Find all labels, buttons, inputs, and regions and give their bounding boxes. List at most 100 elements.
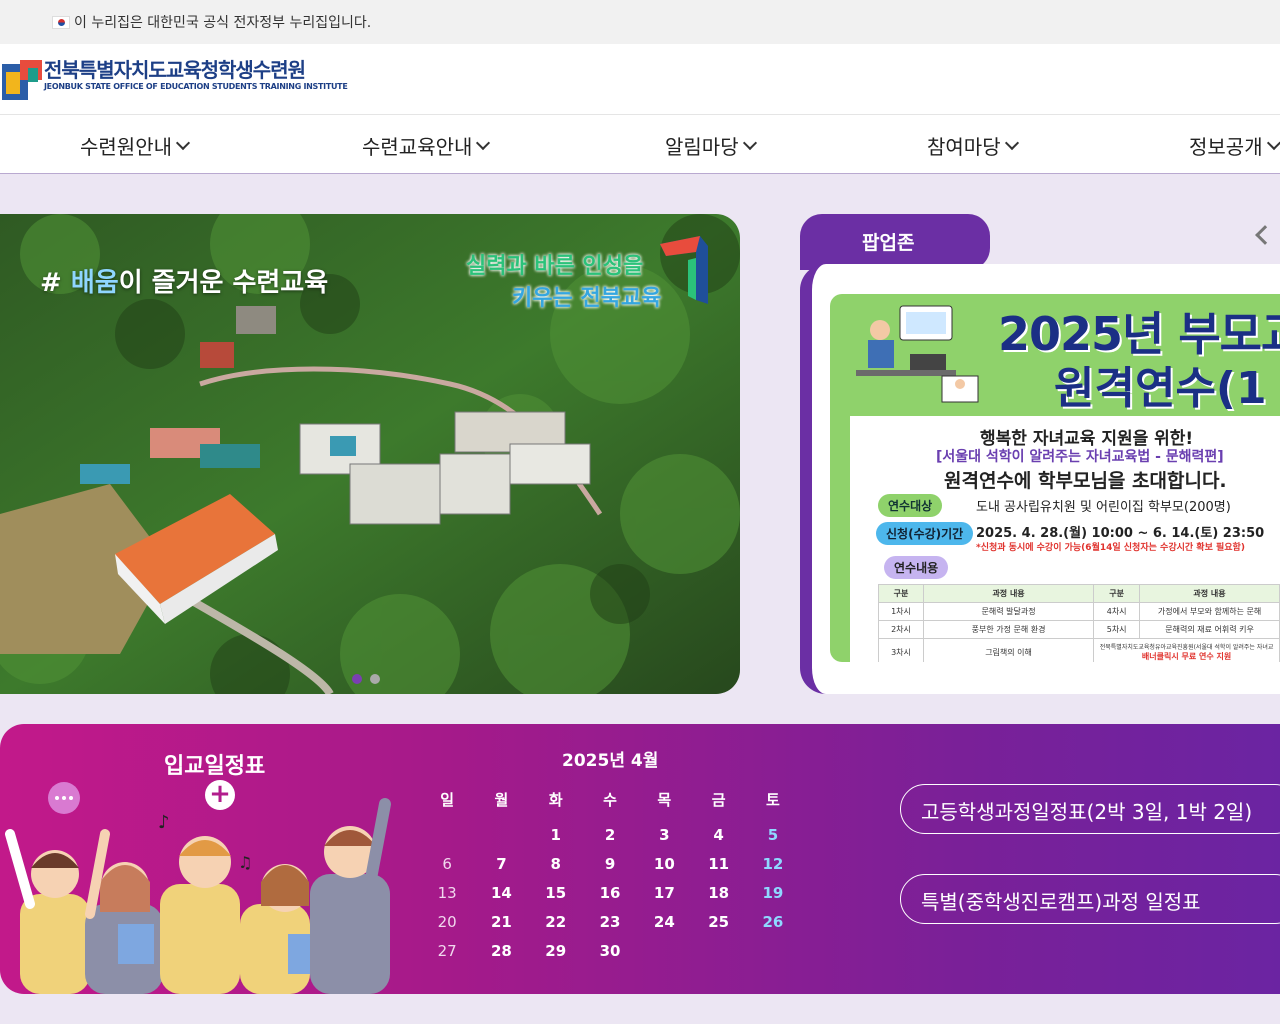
calendar-day[interactable]: 28 [474,942,528,960]
calendar-day[interactable]: 22 [529,913,583,931]
schedule-banner: ♪ ♫ 입교일정표 + 2025년 4월 일 월 화 수 목 금 토 12345… [0,724,1280,994]
poster-line-3: 원격연수에 학부모님을 초대합니다. [944,470,1227,492]
calendar-day[interactable]: 11 [691,855,745,873]
slogan-line-2: 키우는 전북교육 [512,286,662,311]
calendar-day[interactable]: 15 [529,884,583,902]
weekday-wed: 수 [603,790,617,809]
nav-item-notice[interactable]: 알림마당 [665,131,757,160]
calendar-day[interactable]: 3 [637,826,691,844]
nav-item-label: 수련원안내 [80,135,172,159]
calendar-day[interactable]: 17 [637,884,691,902]
calendar-day[interactable]: 27 [420,942,474,960]
education-logo-mark-icon [660,236,708,304]
calendar-day[interactable]: 1 [529,826,583,844]
poster-content-label: 연수내용 [884,556,949,579]
poster-period-note: *신청과 동시에 수강이 가능(6월14일 신청자는 수강시간 확보 필요함) [976,543,1245,553]
nav-item-label: 알림마당 [665,135,739,159]
poster-footer-note: 배너클릭시 무료 연수 지원 [1141,652,1232,661]
korea-flag-icon [52,15,70,29]
poster-target-label: 연수대상 [878,494,943,517]
calendar-day[interactable]: 24 [637,913,691,931]
weekday-tue: 화 [548,790,563,809]
logo-name-en: JEONBUK STATE OFFICE OF EDUCATION STUDEN… [44,82,348,91]
calendar-day[interactable]: 20 [420,913,474,931]
weekday-sun: 일 [440,790,455,809]
nav-item-education[interactable]: 수련교육안내 [362,131,491,160]
calendar-day[interactable]: 14 [474,884,528,902]
special-camp-schedule-label: 특별(중학생진로캠프)과정 일정표 [921,890,1201,914]
hero-caption: # 배움이 즐거운 수련교육 [40,268,329,298]
table-row: 1차시 문해력 발달과정 4차시 가정에서 부모와 함께하는 문해 [878,602,1280,621]
calendar-day[interactable]: 16 [583,884,637,902]
poster-heading-2: 원격연수(1 [1054,363,1267,414]
poster-course-table: 구분 과정 내용 구분 과정 내용 1차시 문해력 발달과정 4차시 가정에서 … [878,584,1280,662]
poster-target-value: 도내 공사립유치원 및 어린이집 학부모(200명) [976,500,1231,515]
calendar-day[interactable]: 13 [420,884,474,902]
weekday-sat: 토 [766,790,780,809]
poster-body: 행복한 자녀교육 지원을 위한! [서울대 석학이 알려주는 자녀교육법 - 문… [850,416,1280,662]
table-row: 2차시 풍부한 가정 문해 환경 5차시 문해력의 재료 어휘력 키우 [878,620,1280,639]
table-row: 3차시 그림책의 이해 전북특별자치도교육청유아교육진흥원(서울대 석학이 알려… [878,638,1280,662]
slider-dot-2[interactable] [370,674,380,684]
calendar-day[interactable]: 7 [474,855,528,873]
calendar-month-title: 2025년 4월 [562,751,659,771]
calendar-day[interactable]: 30 [583,942,637,960]
calendar-grid: 일 월 화 수 목 금 토 1 2 3 4 5 6 7 8 9 10 11 12 13 14 15 16 17 1… [420,784,800,965]
hero-caption-rest: 이 즐거운 수련교육 [118,268,329,298]
main-nav: 수련원안내 수련교육안내 알림마당 참여마당 정보공개 [0,115,1280,174]
calendar-weekday-row: 일 월 화 수 목 금 토 [420,784,800,814]
hero-slogan: 실력과 바른 인성을 키우는 전북교육 [466,248,661,312]
calendar-day[interactable]: 9 [583,855,637,873]
calendar-day[interactable]: 4 [691,826,745,844]
chevron-down-icon [175,135,191,150]
calendar-day[interactable]: 2 [583,826,637,844]
calendar-day[interactable]: 18 [691,884,745,902]
logo-name-kr: 전북특별자치도교육청학생수련원 [44,58,306,82]
high-school-schedule-button[interactable]: 고등학생과정일정표(2박 3일, 1박 2일) [900,784,1280,834]
logo-text: 전북특별자치도교육청학생수련원 JEONBUK STATE OFFICE OF … [44,58,348,92]
poster-period-value: 2025. 4. 28.(월) 10:00 ~ 6. 14.(토) 23:50 [976,526,1265,541]
calendar-day[interactable]: 26 [746,913,800,931]
calendar-day[interactable]: 29 [529,942,583,960]
table-header-row: 구분 과정 내용 구분 과정 내용 [878,584,1280,603]
schedule-more-plus-icon[interactable]: + [205,780,235,810]
calendar-day[interactable]: 5 [746,826,800,844]
weekday-fri: 금 [711,790,726,809]
online-learning-illustration [856,305,979,403]
hero-slider[interactable]: # 배움이 즐거운 수련교육 실력과 바른 인성을 키우는 전북교육 [0,214,740,694]
popup-banner-poster[interactable]: 2025년 부모교 원격연수(1 행복한 자녀교육 지원을 위한! [서울대 석… [830,294,1280,662]
site-header: 전북특별자치도교육청학생수련원 JEONBUK STATE OFFICE OF … [0,44,1280,115]
special-camp-schedule-button[interactable]: 특별(중학생진로캠프)과정 일정표 [900,874,1280,924]
calendar-day[interactable]: 12 [746,855,800,873]
chevron-down-icon [1266,135,1280,150]
poster-line-2: [서울대 석학이 알려주는 자녀교육법 - 문해력편] [936,449,1224,465]
calendar-day[interactable]: 6 [420,855,474,873]
calendar-day[interactable]: 19 [746,884,800,902]
svg-text:♫: ♫ [238,853,252,872]
chevron-down-icon [1004,135,1019,150]
calendar-day[interactable]: 23 [583,913,637,931]
popup-zone-title: 팝업존 [862,232,915,254]
calendar-weeks: 1 2 3 4 5 6 7 8 9 10 11 12 13 14 15 16 17 18 19 20 21 22 23 24 2… [420,820,800,965]
nav-item-label: 정보공개 [1189,135,1263,159]
calendar-day[interactable]: 21 [474,913,528,931]
nav-item-label: 수련교육안내 [362,135,473,159]
nav-item-about[interactable]: 수련원안내 [80,131,191,160]
weekday-thu: 목 [657,790,672,809]
slider-dots [352,674,380,684]
nav-item-participation[interactable]: 참여마당 [927,131,1019,160]
weekday-mon: 월 [494,790,509,809]
calendar-day[interactable]: 25 [691,913,745,931]
calendar-day[interactable]: 8 [529,855,583,873]
gov-notice-text: 이 누리집은 대한민국 공식 전자정부 누리집입니다. [74,15,372,31]
hero-caption-highlight: 배움 [70,268,119,298]
chevron-down-icon [476,135,491,150]
slider-dot-1[interactable] [352,674,362,684]
calendar-day[interactable]: 10 [637,855,691,873]
poster-period-label: 신청(수강)기간 [876,522,974,545]
chevron-down-icon [742,135,757,150]
site-logo[interactable]: 전북특별자치도교육청학생수련원 JEONBUK STATE OFFICE OF … [2,58,348,102]
gov-notice-bar: 이 누리집은 대한민국 공식 전자정부 누리집입니다. [0,0,1280,44]
calendar-week-row: 13 14 15 16 17 18 19 [420,878,800,907]
nav-item-disclosure[interactable]: 정보공개 [1189,131,1280,160]
